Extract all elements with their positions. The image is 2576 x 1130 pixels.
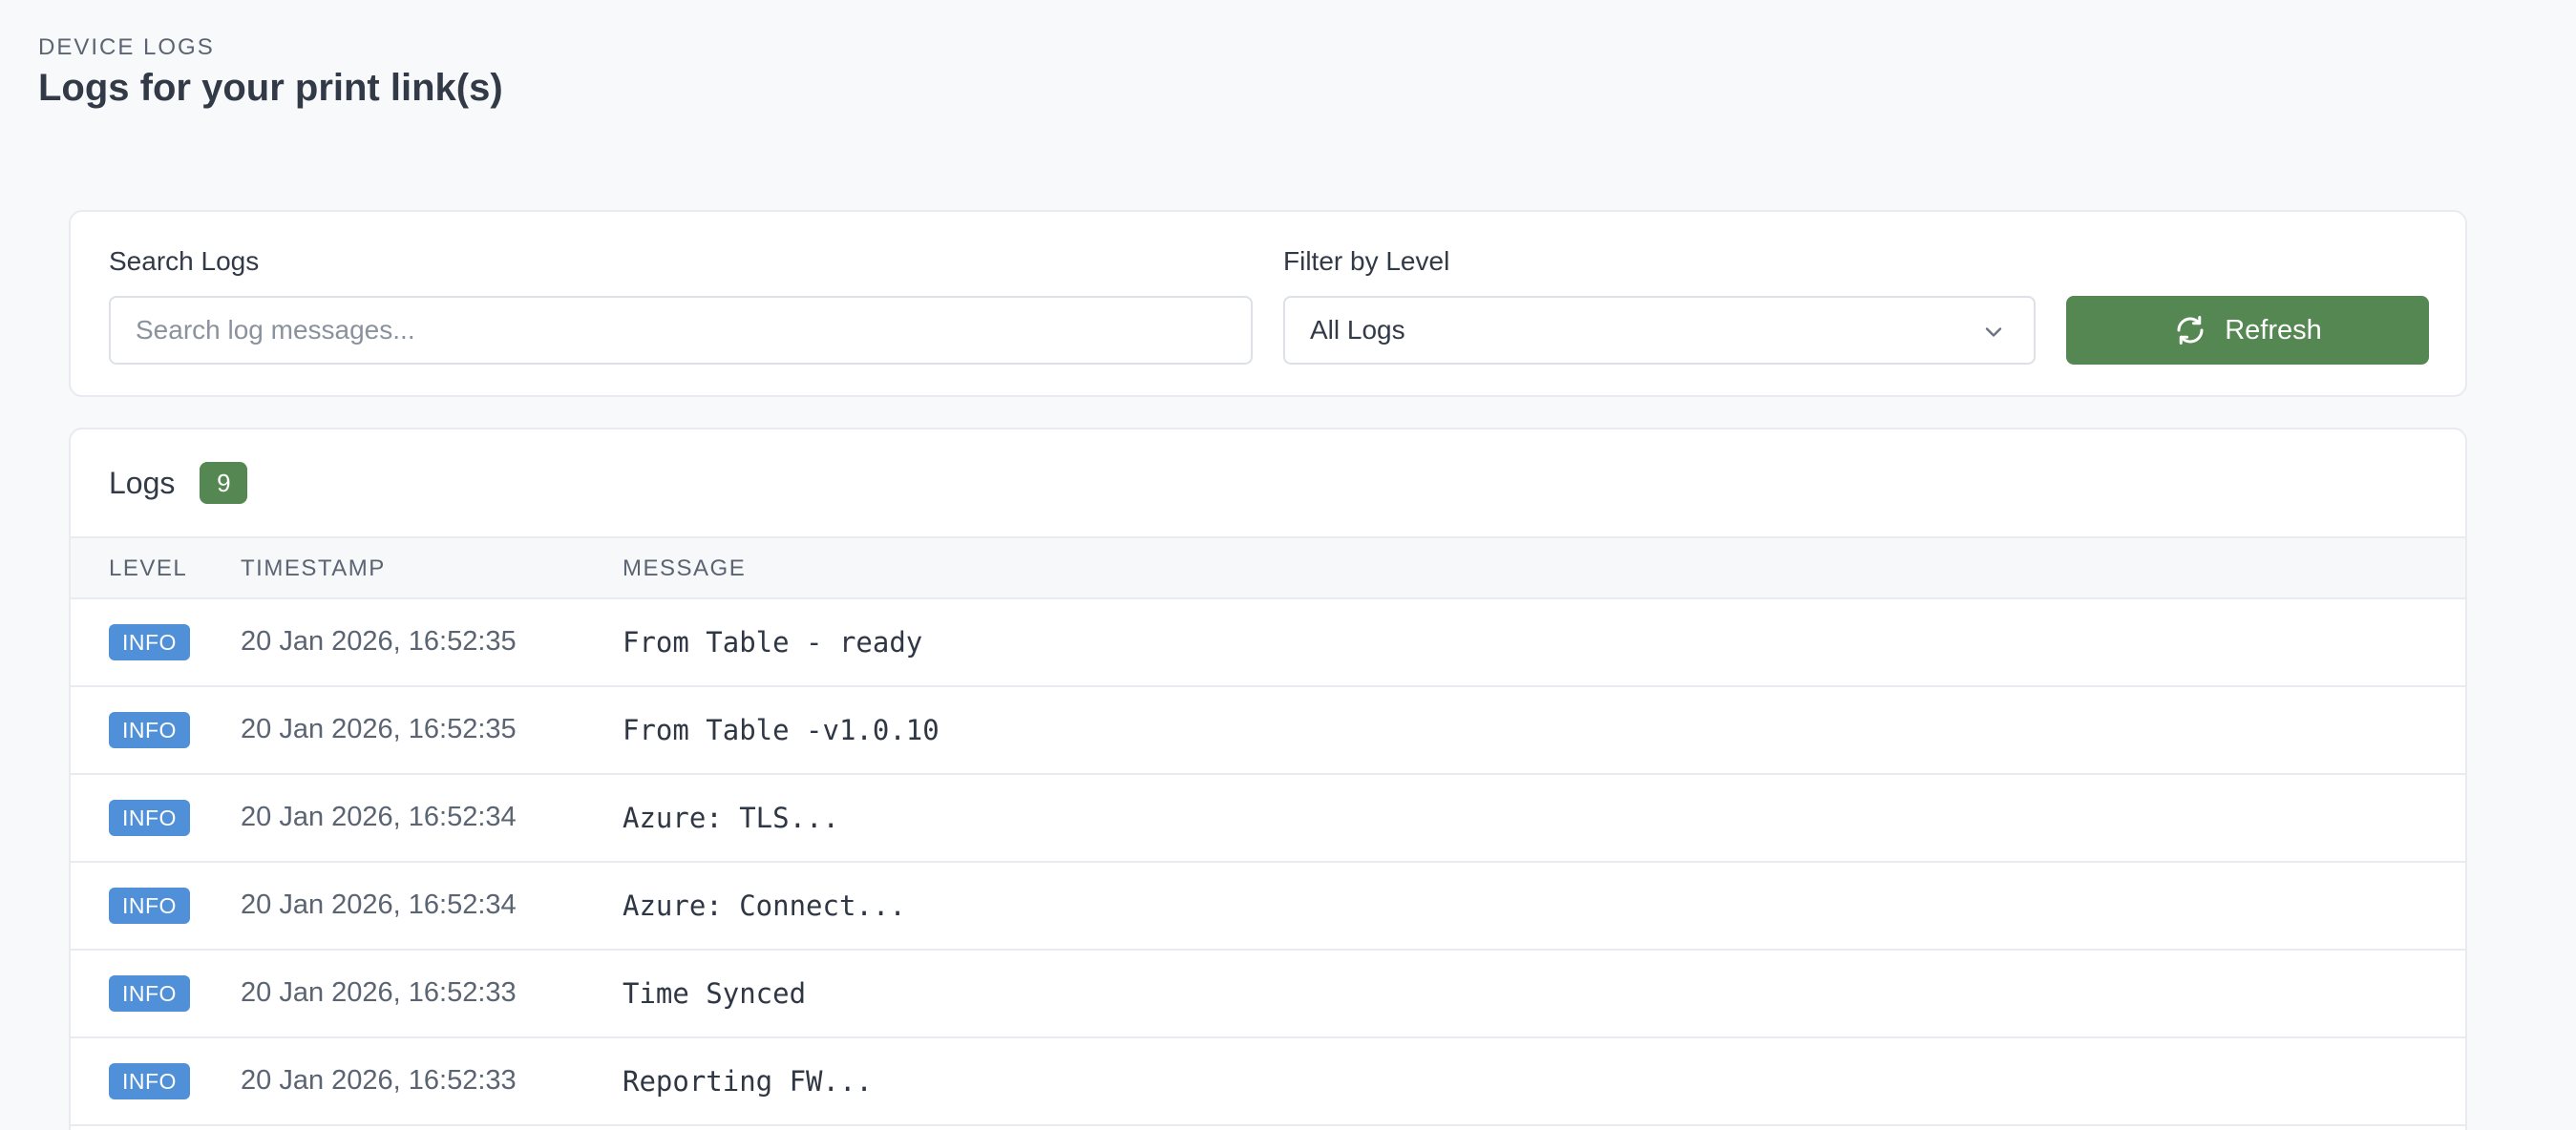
log-message: Time Synced xyxy=(623,977,807,1010)
log-message: From Table - ready xyxy=(623,626,923,659)
table-row[interactable]: INFO 20 Jan 2026, 16:52:35 From Table - … xyxy=(71,599,2465,687)
log-timestamp: 20 Jan 2026, 16:52:35 xyxy=(241,714,517,744)
table-row[interactable]: INFO 20 Jan 2026, 16:52:33 Time Synced xyxy=(71,951,2465,1038)
filter-card: Search Logs Filter by Level All Logs Ref… xyxy=(69,210,2467,397)
level-badge: INFO xyxy=(109,888,190,924)
level-badge: INFO xyxy=(109,712,190,748)
page-eyebrow: DEVICE LOGS xyxy=(38,34,215,60)
log-timestamp: 20 Jan 2026, 16:52:34 xyxy=(241,802,517,832)
level-badge: INFO xyxy=(109,1063,190,1099)
log-message: Azure: TLS... xyxy=(623,802,839,834)
logs-title: Logs xyxy=(109,465,176,500)
log-timestamp: 20 Jan 2026, 16:52:33 xyxy=(241,977,517,1008)
level-filter-label: Filter by Level xyxy=(1283,246,1450,276)
log-message: From Table -v1.0.10 xyxy=(623,714,940,746)
search-label: Search Logs xyxy=(109,246,260,276)
refresh-icon xyxy=(2177,316,2204,345)
logs-card: Logs 9 LEVEL TIMESTAMP MESSAGE INFO 20 J… xyxy=(69,428,2467,1130)
table-row[interactable]: INFO 20 Jan 2026, 16:52:34 Azure: TLS... xyxy=(71,775,2465,863)
log-timestamp: 20 Jan 2026, 16:52:34 xyxy=(241,889,517,920)
table-row[interactable]: INFO 20 Jan 2026, 16:52:33 Reporting FW.… xyxy=(71,1038,2465,1126)
log-timestamp: 20 Jan 2026, 16:52:33 xyxy=(241,1065,517,1096)
logs-count-badge: 9 xyxy=(200,462,248,504)
refresh-button[interactable]: Refresh xyxy=(2066,296,2429,365)
log-timestamp: 20 Jan 2026, 16:52:35 xyxy=(241,626,517,657)
logs-header: Logs 9 xyxy=(109,462,248,504)
level-filter-select[interactable]: All Logs xyxy=(1283,296,2036,365)
chevron-down-icon xyxy=(1985,327,2002,337)
page: DEVICE LOGS Logs for your print link(s) … xyxy=(0,0,2576,1130)
level-badge: INFO xyxy=(109,800,190,836)
column-header-timestamp[interactable]: TIMESTAMP xyxy=(241,555,386,582)
column-header-level[interactable]: LEVEL xyxy=(109,555,187,582)
log-message: Azure: Connect... xyxy=(623,889,906,922)
table-header: LEVEL TIMESTAMP MESSAGE xyxy=(71,536,2465,599)
column-header-message[interactable]: MESSAGE xyxy=(623,555,746,582)
search-input[interactable] xyxy=(109,296,1253,365)
level-filter-value: All Logs xyxy=(1310,315,1405,345)
level-badge: INFO xyxy=(109,975,190,1012)
refresh-label: Refresh xyxy=(2225,314,2322,345)
page-title: Logs for your print link(s) xyxy=(38,67,503,109)
log-message: Reporting FW... xyxy=(623,1065,873,1098)
level-badge: INFO xyxy=(109,624,190,660)
table-row[interactable]: INFO 20 Jan 2026, 16:52:35 From Table -v… xyxy=(71,687,2465,775)
log-rows: INFO 20 Jan 2026, 16:52:35 From Table - … xyxy=(71,599,2465,1126)
table-row[interactable]: INFO 20 Jan 2026, 16:52:34 Azure: Connec… xyxy=(71,863,2465,951)
